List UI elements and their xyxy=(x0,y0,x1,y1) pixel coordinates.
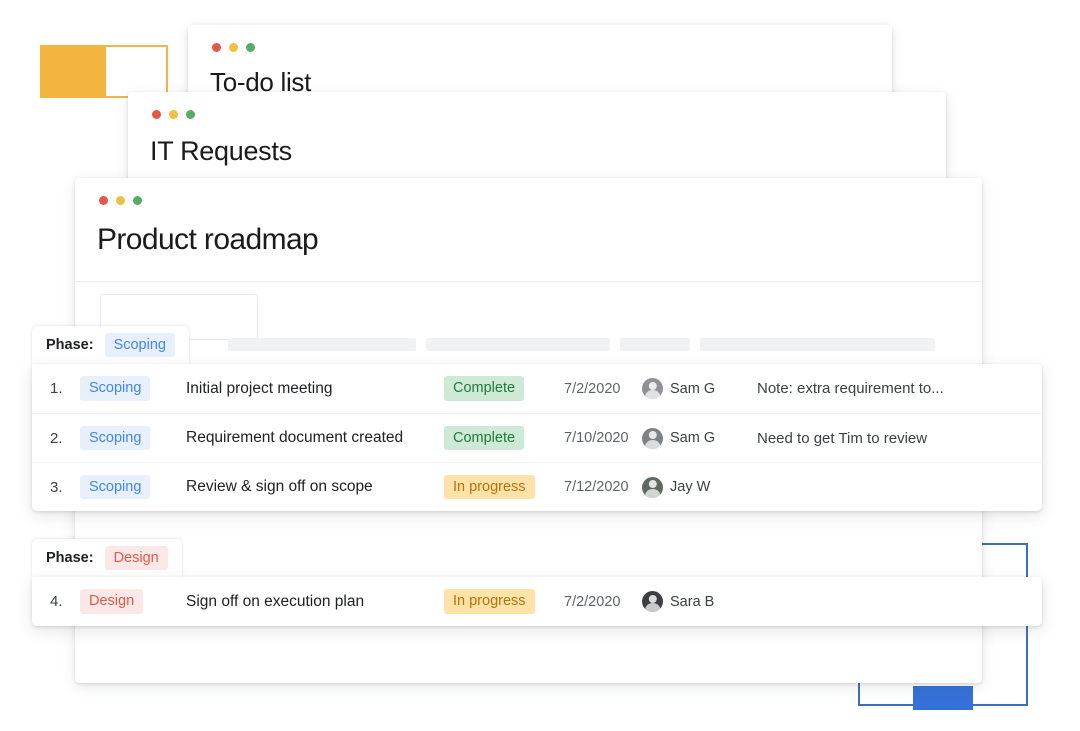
window-divider xyxy=(75,281,982,282)
task-date: 7/2/2020 xyxy=(564,594,642,610)
avatar xyxy=(642,428,663,449)
task-phase-cell: Scoping xyxy=(80,376,186,401)
task-status-badge[interactable]: Complete xyxy=(444,426,524,451)
task-note: Note: extra requirement to... xyxy=(757,380,1042,397)
task-date: 7/10/2020 xyxy=(564,430,642,446)
window-controls xyxy=(212,43,255,52)
task-date: 7/2/2020 xyxy=(564,381,642,397)
task-status-badge[interactable]: In progress xyxy=(444,475,535,500)
task-owner-name: Jay W xyxy=(670,479,710,495)
task-owner-cell: Sam G xyxy=(642,378,757,399)
phase-label: Phase: xyxy=(46,550,94,566)
task-owner-name: Sam G xyxy=(670,381,715,397)
task-row[interactable]: 1.Scoping Initial project meetingComplete… xyxy=(32,364,1042,413)
window-controls xyxy=(152,110,195,119)
task-row[interactable]: 2.Scoping Requirement document createdCom… xyxy=(32,413,1042,462)
avatar-body xyxy=(645,489,661,498)
placeholder-bar xyxy=(228,338,416,351)
task-phase-chip[interactable]: Scoping xyxy=(80,426,150,451)
decorative-blue-square xyxy=(913,686,973,710)
placeholder-bar xyxy=(620,338,690,351)
task-row-number: 2. xyxy=(50,430,80,447)
task-phase-chip[interactable]: Scoping xyxy=(80,475,150,500)
task-status-cell: In progress xyxy=(444,475,564,500)
task-date: 7/12/2020 xyxy=(564,479,642,495)
task-row-number: 3. xyxy=(50,479,80,496)
maximize-dot[interactable] xyxy=(246,43,255,52)
avatar-head xyxy=(648,431,656,439)
task-owner-cell: Sara B xyxy=(642,591,757,612)
task-phase-cell: Scoping xyxy=(80,426,186,451)
task-owner-cell: Jay W xyxy=(642,477,757,498)
task-owner-cell: Sam G xyxy=(642,428,757,449)
task-row-number: 4. xyxy=(50,593,80,610)
task-row[interactable]: 3.Scoping Review & sign off on scopeIn pr… xyxy=(32,462,1042,511)
task-row[interactable]: 4.Design Sign off on execution planIn pro… xyxy=(32,577,1042,626)
task-owner-name: Sam G xyxy=(670,430,715,446)
maximize-dot[interactable] xyxy=(186,110,195,119)
task-title: Initial project meeting xyxy=(186,380,444,398)
task-list-design: 4.Design Sign off on execution planIn pro… xyxy=(32,577,1042,626)
window-title-product-roadmap: Product roadmap xyxy=(97,223,318,257)
phase-header-scoping[interactable]: Phase: Scoping xyxy=(32,326,189,364)
task-phase-cell: Scoping xyxy=(80,475,186,500)
task-phase-cell: Design xyxy=(80,589,186,614)
avatar-body xyxy=(645,603,661,612)
task-status-badge[interactable]: Complete xyxy=(444,376,524,401)
phase-chip-design[interactable]: Design xyxy=(105,546,168,571)
task-row-number: 1. xyxy=(50,380,80,397)
task-owner-name: Sara B xyxy=(670,594,714,610)
task-note: Need to get Tim to review xyxy=(757,430,1042,447)
close-dot[interactable] xyxy=(99,196,108,205)
task-status-badge[interactable]: In progress xyxy=(444,589,535,614)
task-status-cell: In progress xyxy=(444,589,564,614)
avatar-head xyxy=(648,382,656,390)
task-title: Review & sign off on scope xyxy=(186,478,444,496)
task-phase-chip[interactable]: Design xyxy=(80,589,143,614)
maximize-dot[interactable] xyxy=(133,196,142,205)
task-title: Requirement document created xyxy=(186,429,444,447)
placeholder-bar xyxy=(700,338,935,351)
avatar-body xyxy=(645,440,661,449)
phase-header-design[interactable]: Phase: Design xyxy=(32,539,182,577)
close-dot[interactable] xyxy=(212,43,221,52)
avatar xyxy=(642,378,663,399)
placeholder-bar xyxy=(426,338,610,351)
task-status-cell: Complete xyxy=(444,376,564,401)
avatar xyxy=(642,591,663,612)
screenshot-stage: To-do list IT Requests Product roadmap P… xyxy=(0,0,1080,731)
close-dot[interactable] xyxy=(152,110,161,119)
phase-label: Phase: xyxy=(46,337,94,353)
minimize-dot[interactable] xyxy=(229,43,238,52)
avatar-body xyxy=(645,390,661,399)
window-title-it-requests: IT Requests xyxy=(150,136,292,167)
decorative-orange-square xyxy=(40,45,106,98)
avatar-head xyxy=(648,480,656,488)
task-phase-chip[interactable]: Scoping xyxy=(80,376,150,401)
phase-chip-scoping[interactable]: Scoping xyxy=(105,333,175,358)
window-controls xyxy=(99,196,142,205)
minimize-dot[interactable] xyxy=(116,196,125,205)
avatar-head xyxy=(648,595,656,603)
task-list-scoping: 1.ScopingInitial project meetingComplete… xyxy=(32,364,1042,511)
task-status-cell: Complete xyxy=(444,426,564,451)
minimize-dot[interactable] xyxy=(169,110,178,119)
task-title: Sign off on execution plan xyxy=(186,593,444,611)
avatar xyxy=(642,477,663,498)
